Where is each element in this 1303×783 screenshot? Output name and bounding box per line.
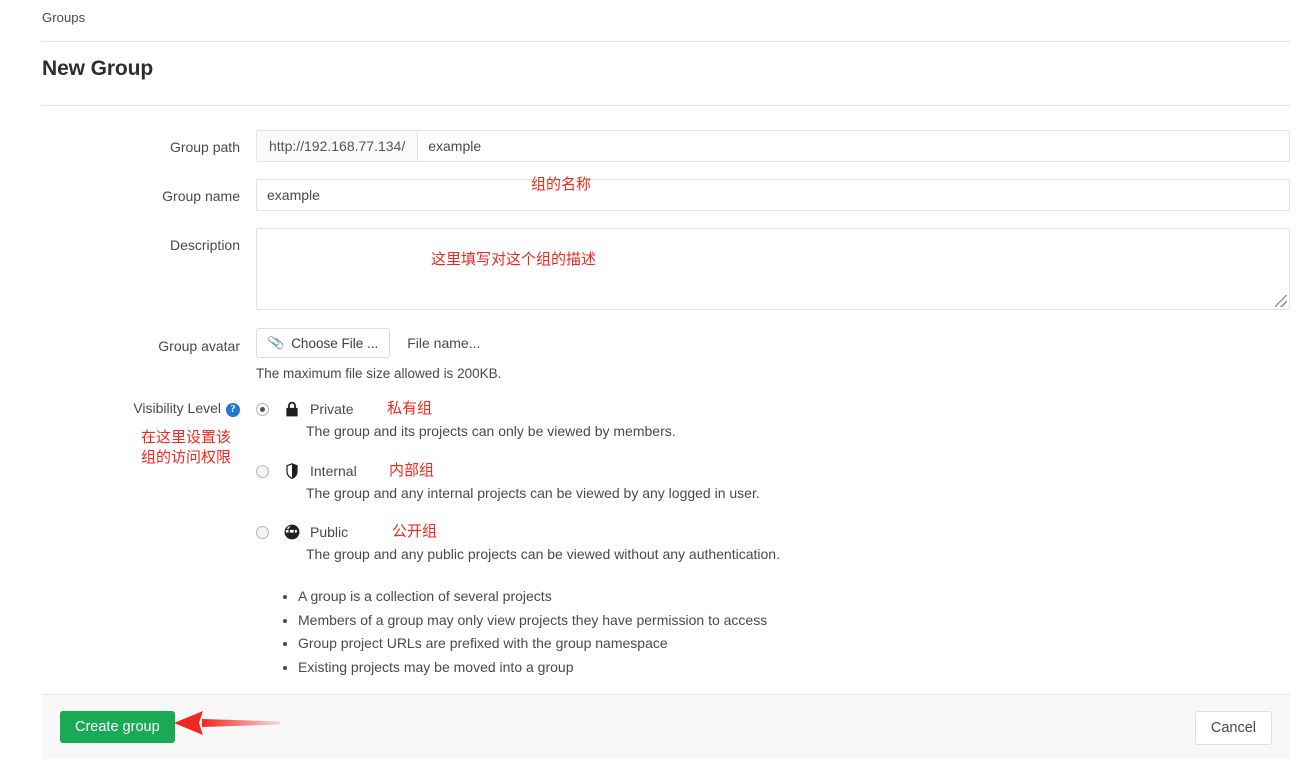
visibility-option-private[interactable]: Private The group and its projects can o… [256,400,676,439]
globe-icon [284,524,300,540]
cancel-button[interactable]: Cancel [1194,711,1272,745]
annotation-group-name: 组的名称 [531,176,592,193]
resize-grip-icon[interactable] [1275,295,1287,307]
radio-internal[interactable] [256,464,269,478]
paperclip-icon: 📎 [266,333,286,352]
visibility-desc-private: The group and its projects can only be v… [306,423,676,439]
list-item: Group project URLs are prefixed with the… [298,635,767,653]
annotation-visibility: 在这里设置该 组的访问权限 [140,429,231,467]
group-name-input[interactable]: example [256,179,1290,211]
visibility-option-public[interactable]: Public The group and any public projects… [256,523,780,562]
group-path-prefix: http://192.168.77.134/ [256,130,418,162]
group-path-field: http://192.168.77.134/ example [256,130,1290,162]
label-group-path: Group path [169,139,240,155]
annotation-private: 私有组 [387,400,433,417]
divider-below-title [42,105,1290,106]
choose-file-button[interactable]: 📎 Choose File ... [256,328,391,358]
choose-file-label: Choose File ... [291,335,379,351]
divider-top [42,41,1290,42]
list-item: Existing projects may be moved into a gr… [298,659,767,677]
list-item: Members of a group may only view project… [298,612,767,630]
visibility-name-public: Public [310,524,349,540]
group-info-list: A group is a collection of several proje… [276,588,767,682]
label-description: Description [169,237,240,253]
visibility-option-internal[interactable]: Internal The group and any internal proj… [256,462,760,501]
description-field [256,228,1290,310]
list-item: A group is a collection of several proje… [298,588,767,606]
visibility-name-internal: Internal [310,463,357,479]
radio-private[interactable] [256,402,269,416]
description-textarea[interactable] [256,228,1290,310]
page-title: New Group [42,57,154,80]
annotation-description: 这里填写对这个组的描述 [431,251,597,268]
visibility-desc-public: The group and any public projects can be… [306,546,780,562]
visibility-name-private: Private [310,401,354,417]
group-name-field: example [256,179,1290,211]
file-name-text: File name... [407,335,481,351]
lock-icon [286,401,298,417]
annotation-internal: 内部组 [389,462,435,479]
annotation-public: 公开组 [392,523,438,540]
avatar-size-hint: The maximum file size allowed is 200KB. [256,366,502,381]
label-visibility-level: Visibility Level? [40,400,240,417]
radio-public[interactable] [256,525,269,539]
visibility-desc-internal: The group and any internal projects can … [306,485,760,501]
group-path-input[interactable]: example [417,130,1290,162]
help-icon[interactable]: ? [226,403,240,417]
new-group-page: Groups New Group Group path http://192.1… [0,0,1303,783]
visibility-level-text: Visibility Level [133,400,221,416]
group-avatar-field: 📎 Choose File ... File name... The maxim… [256,328,501,381]
label-group-name: Group name [162,188,240,204]
label-group-avatar: Group avatar [158,338,240,354]
breadcrumb-groups[interactable]: Groups [42,10,85,25]
annotation-arrow-icon [174,711,280,735]
create-group-button[interactable]: Create group [60,711,175,743]
shield-icon [286,463,298,479]
